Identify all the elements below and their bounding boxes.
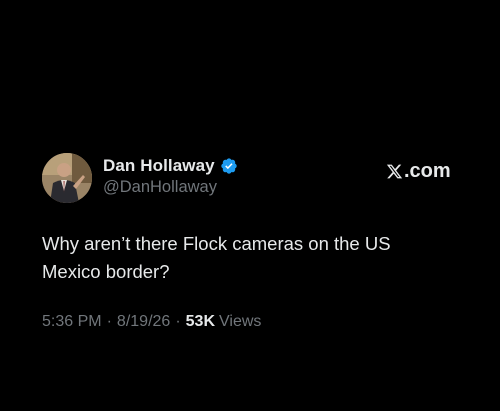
- display-name[interactable]: Dan Hollaway: [103, 156, 215, 176]
- brand-suffix: .com: [404, 159, 451, 182]
- avatar[interactable]: [42, 153, 92, 203]
- tweet-date[interactable]: 8/19/26: [117, 313, 170, 331]
- author-handle[interactable]: @DanHollaway: [103, 178, 217, 197]
- avatar-image: [42, 153, 92, 203]
- verified-badge-icon: [220, 157, 238, 175]
- tweet-card: Dan Hollaway @DanHollaway .com Why aren’…: [0, 0, 500, 411]
- tweet-time[interactable]: 5:36 PM: [42, 313, 102, 331]
- views-count[interactable]: 53K: [186, 313, 215, 331]
- tweet-meta: 5:36 PM · 8/19/26 · 53K Views: [42, 313, 261, 331]
- brand-label: .com: [386, 159, 451, 183]
- author-name-row[interactable]: Dan Hollaway: [103, 155, 238, 177]
- meta-separator: ·: [106, 313, 112, 330]
- views-label: Views: [219, 313, 262, 330]
- x-logo-icon: [386, 163, 403, 180]
- tweet-text: Why aren’t there Flock cameras on the US…: [42, 233, 391, 282]
- meta-separator: ·: [175, 313, 181, 330]
